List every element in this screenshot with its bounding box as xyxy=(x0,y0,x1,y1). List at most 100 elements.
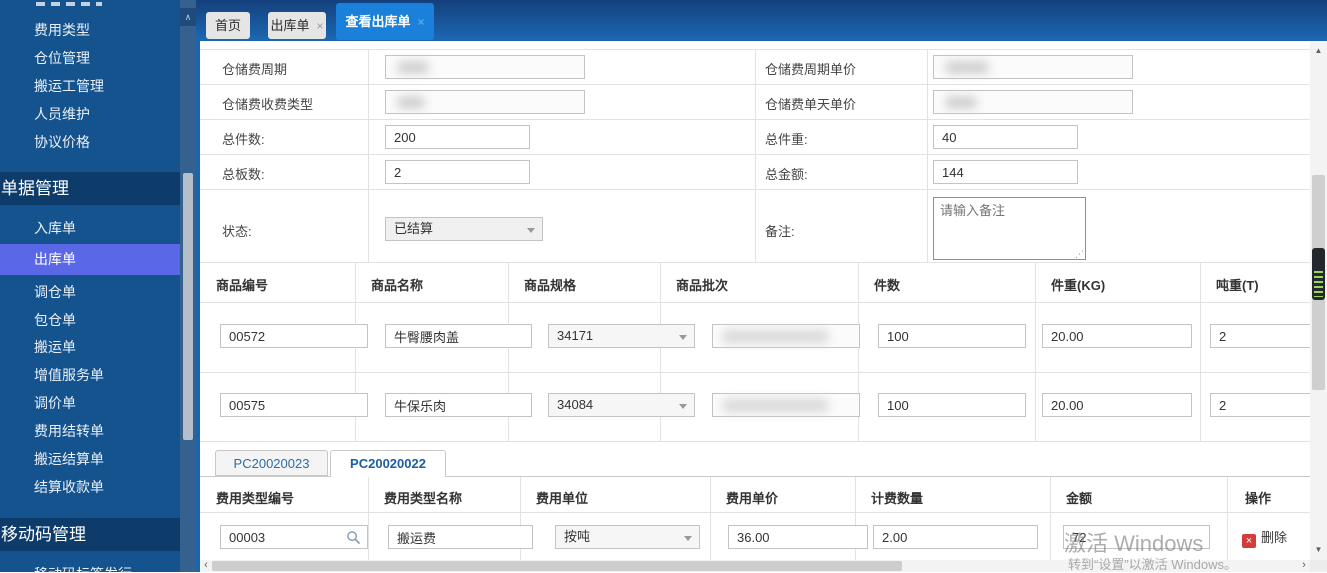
tab-bar: 首页 出库单 × 查看出库单 × xyxy=(196,0,1327,40)
delete-icon: × xyxy=(1242,534,1256,548)
divider xyxy=(1035,262,1036,441)
fee-name-input[interactable] xyxy=(388,525,533,549)
fee-col-unit-price: 费用单价 xyxy=(726,491,779,506)
product-spec-dropdown[interactable]: 34084 xyxy=(548,393,695,417)
search-icon[interactable] xyxy=(346,530,361,545)
sidebar-item-personnel[interactable]: 人员维护 xyxy=(0,100,180,129)
divider xyxy=(1227,477,1228,560)
product-weight-input[interactable] xyxy=(1042,393,1192,417)
product-code-input[interactable] xyxy=(220,324,368,348)
sidebar-scrollbar-up-icon[interactable]: ∧ xyxy=(180,8,196,26)
storage-fee-day-price-input[interactable] xyxy=(933,90,1133,114)
close-icon[interactable]: × xyxy=(317,19,324,33)
remark-textarea[interactable] xyxy=(934,198,1085,259)
sidebar-item-agreement-price[interactable]: 协议价格 xyxy=(0,128,180,157)
fee-unit-dropdown[interactable]: 按吨 xyxy=(555,525,700,549)
tab-home-label: 首页 xyxy=(214,18,241,33)
product-batch-input[interactable] xyxy=(712,324,860,348)
remark-label: 备注: xyxy=(765,224,795,239)
resize-grip-icon[interactable]: ⋰ xyxy=(1075,250,1084,259)
total-amount-label: 总金额: xyxy=(765,167,808,182)
product-weight-input[interactable] xyxy=(1042,324,1192,348)
vertical-scrollbar[interactable]: ▲ ▼ xyxy=(1310,41,1327,560)
product-batch-input[interactable] xyxy=(712,393,860,417)
fee-unit-value: 按吨 xyxy=(564,529,591,544)
status-label: 状态: xyxy=(222,224,252,239)
product-name-input[interactable] xyxy=(385,393,532,417)
sidebar-item-transfer-order[interactable]: 调仓单 xyxy=(0,278,180,307)
sidebar-section-document-management[interactable]: 单据管理 xyxy=(0,172,196,205)
horizontal-scrollbar[interactable]: ‹ › xyxy=(200,560,1310,572)
storage-fee-charge-type-input[interactable] xyxy=(385,90,585,114)
sidebar-item-porter-management[interactable]: 搬运工管理 xyxy=(0,72,180,101)
tab-view-outbound-order[interactable]: 查看出库单 × xyxy=(336,3,434,40)
truncated-menu-item[interactable] xyxy=(36,2,102,6)
product-col-weight: 件重(KG) xyxy=(1051,278,1106,293)
product-ton-input[interactable] xyxy=(1210,324,1310,348)
chevron-down-icon xyxy=(679,335,687,340)
fee-tab-pc20020023[interactable]: PC20020023 xyxy=(215,450,328,476)
tab-view-outbound-label: 查看出库单 xyxy=(345,14,411,29)
fee-qty-input[interactable] xyxy=(873,525,1038,549)
tab-outbound-label: 出库单 xyxy=(270,18,310,33)
product-spec-dropdown[interactable]: 34171 xyxy=(548,324,695,348)
tab-outbound-order[interactable]: 出库单 × xyxy=(268,12,326,39)
close-icon[interactable]: × xyxy=(418,15,425,29)
fee-col-unit: 费用单位 xyxy=(536,491,589,506)
product-col-spec: 商品规格 xyxy=(524,278,577,293)
sidebar-item-price-adjust-order[interactable]: 调价单 xyxy=(0,389,180,418)
divider xyxy=(200,262,1310,263)
scroll-up-icon[interactable]: ▲ xyxy=(1310,43,1327,59)
total-pallets-input[interactable] xyxy=(385,160,530,184)
storage-fee-period-price-input[interactable] xyxy=(933,55,1133,79)
sidebar-item-handling-settlement-order[interactable]: 搬运结算单 xyxy=(0,445,180,474)
sidebar-section-mobile-code-management[interactable]: 移动码管理 xyxy=(0,518,196,551)
scroll-left-icon[interactable]: ‹ xyxy=(200,560,212,572)
sidebar-item-fee-type[interactable]: 费用类型 xyxy=(0,16,180,45)
fee-unit-price-input[interactable] xyxy=(728,525,868,549)
total-amount-input[interactable] xyxy=(933,160,1078,184)
storage-fee-day-price-label: 仓储费单天单价 xyxy=(765,97,857,112)
fee-col-qty: 计费数量 xyxy=(871,491,924,506)
scroll-down-icon[interactable]: ▼ xyxy=(1310,542,1327,558)
total-piece-weight-input[interactable] xyxy=(933,125,1078,149)
fee-col-code: 费用类型编号 xyxy=(216,491,295,506)
fee-tab-pc20020022[interactable]: PC20020022 xyxy=(330,450,446,477)
sidebar-item-fee-carryover-order[interactable]: 费用结转单 xyxy=(0,417,180,446)
product-qty-input[interactable] xyxy=(878,393,1026,417)
sidebar-item-mobile-code-label-issue[interactable]: 移动码标签发行 xyxy=(0,560,180,572)
divider xyxy=(1050,477,1051,560)
status-dropdown[interactable]: 已结算 xyxy=(385,217,543,241)
storage-fee-period-input[interactable] xyxy=(385,55,585,79)
product-qty-input[interactable] xyxy=(878,324,1026,348)
product-col-qty: 件数 xyxy=(874,278,901,293)
product-col-name: 商品名称 xyxy=(371,278,424,293)
scroll-right-icon[interactable]: › xyxy=(1298,560,1310,572)
scrollbar-overlay-artifact xyxy=(1312,248,1325,300)
content-area: 仓储费周期 仓储费周期单价 仓储费收费类型 仓储费单天单价 总件数: 总件重: … xyxy=(196,40,1327,572)
divider xyxy=(200,302,1310,303)
fee-amount-input[interactable] xyxy=(1063,525,1210,549)
sidebar: 费用类型 仓位管理 搬运工管理 人员维护 协议价格 单据管理 入库单 出库单 调… xyxy=(0,0,196,572)
tab-home[interactable]: 首页 xyxy=(206,12,250,39)
sidebar-item-value-added-service-order[interactable]: 增值服务单 xyxy=(0,361,180,390)
divider xyxy=(368,477,369,560)
sidebar-item-settlement-receipt-order[interactable]: 结算收款单 xyxy=(0,473,180,502)
sidebar-item-handling-order[interactable]: 搬运单 xyxy=(0,333,180,362)
fee-col-action: 操作 xyxy=(1245,491,1272,506)
sidebar-item-inbound-order[interactable]: 入库单 xyxy=(0,214,180,243)
delete-button[interactable]: × 删除 xyxy=(1242,530,1287,548)
product-name-input[interactable] xyxy=(385,324,532,348)
total-pallets-label: 总板数: xyxy=(222,167,265,182)
sidebar-scrollbar-thumb[interactable] xyxy=(183,173,193,440)
product-col-batch: 商品批次 xyxy=(676,278,729,293)
sidebar-item-bin-management[interactable]: 仓位管理 xyxy=(0,44,180,73)
product-col-ton: 吨重(T) xyxy=(1216,278,1259,293)
total-pieces-input[interactable] xyxy=(385,125,530,149)
product-ton-input[interactable] xyxy=(1210,393,1310,417)
status-value: 已结算 xyxy=(394,221,434,236)
sidebar-item-whole-warehouse-order[interactable]: 包仓单 xyxy=(0,306,180,335)
sidebar-item-outbound-order[interactable]: 出库单 xyxy=(0,244,180,275)
horizontal-scrollbar-thumb[interactable] xyxy=(212,561,902,571)
product-code-input[interactable] xyxy=(220,393,368,417)
